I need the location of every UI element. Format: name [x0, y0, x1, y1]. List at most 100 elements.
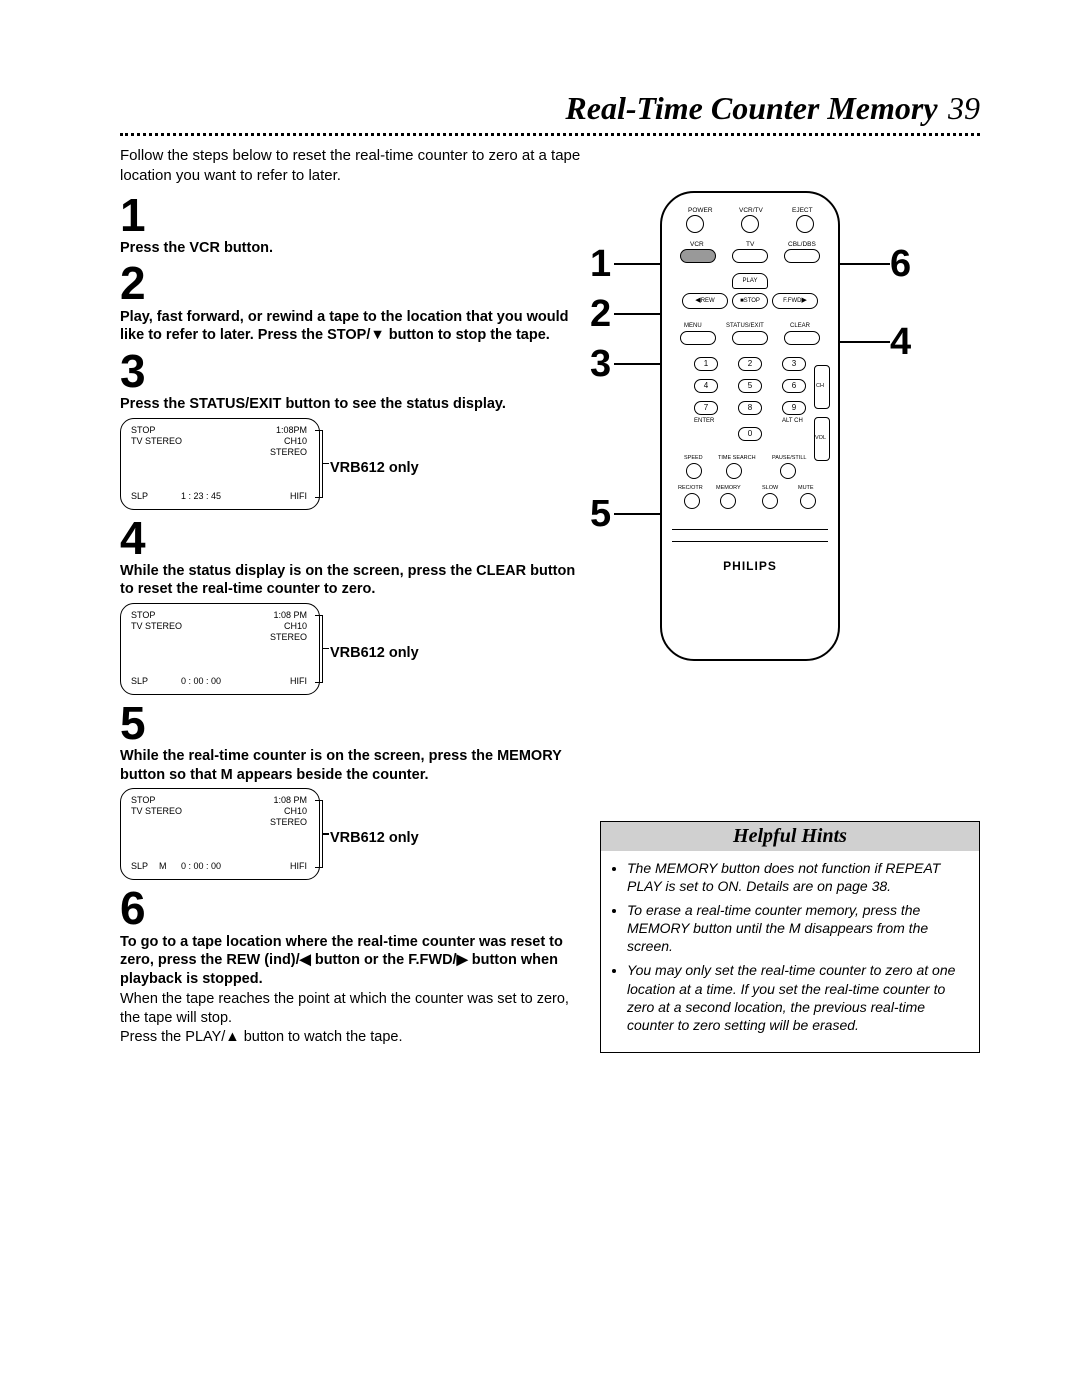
- key-4[interactable]: 4: [694, 379, 718, 393]
- bracket-3-stem: [323, 833, 329, 835]
- label-slow: SLOW: [762, 485, 778, 491]
- label-pausestill: PAUSE/STILL: [772, 455, 806, 461]
- bracket-1: [315, 430, 323, 498]
- osd3-m: M: [159, 861, 167, 871]
- osd2-counter: 0 : 00 : 00: [181, 676, 221, 686]
- key-8[interactable]: 8: [738, 401, 762, 415]
- remote-diagram: 1 2 3 5 6 4 POWER VCR/TV EJ: [600, 191, 980, 711]
- step-3-number: 3: [120, 347, 580, 395]
- osd2-time: 1:08 PM: [273, 610, 307, 620]
- key-5[interactable]: 5: [738, 379, 762, 393]
- osd2-label: VRB612 only: [330, 645, 419, 661]
- vcr-button[interactable]: [680, 249, 716, 263]
- osd1-stop: STOP: [131, 425, 155, 435]
- statusexit-button[interactable]: [732, 331, 768, 345]
- hint-item-2: To erase a real-time counter memory, pre…: [627, 901, 969, 956]
- manual-page: Real-Time Counter Memory 39 Follow the s…: [0, 0, 1080, 1397]
- step-5-number: 5: [120, 699, 580, 747]
- step-5-text: While the real-time counter is on the sc…: [120, 747, 580, 784]
- key-9[interactable]: 9: [782, 401, 806, 415]
- timesearch-button[interactable]: [726, 463, 742, 479]
- osd2-stereo: STEREO: [270, 632, 307, 642]
- slow-button[interactable]: [762, 493, 778, 509]
- label-vol: VOL: [815, 435, 826, 441]
- page-title: Real-Time Counter Memory: [565, 90, 937, 126]
- label-recotr: REC/OTR: [678, 485, 703, 491]
- osd-display-3: STOP 1:08 PM TV STEREO CH10 STEREO SLP M…: [120, 788, 580, 880]
- step-6-text: To go to a tape location where the real-…: [120, 933, 580, 989]
- osd2-stop: STOP: [131, 610, 155, 620]
- step-1-text: Press the VCR button.: [120, 239, 580, 258]
- step-6-follow-a: When the tape reaches the point at which…: [120, 990, 580, 1028]
- remote-outline: POWER VCR/TV EJECT VCR TV CBL/DBS: [660, 191, 840, 661]
- speed-button[interactable]: [686, 463, 702, 479]
- rew-button[interactable]: ◀REW: [682, 293, 728, 309]
- osd3-hifi: HIFI: [290, 861, 307, 871]
- ffwd-label: F.FWD: [783, 298, 801, 304]
- brand-logo: PHILIPS: [723, 559, 777, 573]
- osd1-time: 1:08PM: [276, 425, 307, 435]
- pausestill-button[interactable]: [780, 463, 796, 479]
- osd1-slp: SLP: [131, 491, 148, 501]
- osd3-ch: CH10: [284, 806, 307, 816]
- hint-item-1: The MEMORY button does not function if R…: [627, 859, 969, 895]
- osd2-hifi: HIFI: [290, 676, 307, 686]
- osd1-tvstereo: TV STEREO: [131, 436, 182, 446]
- rew-label: REW: [701, 298, 715, 304]
- mute-button[interactable]: [800, 493, 816, 509]
- hints-title: Helpful Hints: [601, 822, 979, 851]
- stop-button[interactable]: ■STOP: [732, 293, 768, 309]
- tv-button[interactable]: [732, 249, 768, 263]
- osd3-stereo: STEREO: [270, 817, 307, 827]
- key-2[interactable]: 2: [738, 357, 762, 371]
- callout-3: 3: [590, 343, 611, 386]
- eject-button[interactable]: [796, 215, 814, 233]
- clear-button[interactable]: [784, 331, 820, 345]
- hint-item-3: You may only set the real-time counter t…: [627, 961, 969, 1034]
- key-1[interactable]: 1: [694, 357, 718, 371]
- label-altch: ALT CH: [782, 418, 803, 424]
- label-speed: SPEED: [684, 455, 703, 461]
- label-menu: MENU: [684, 323, 702, 329]
- osd3-slp: SLP: [131, 861, 148, 871]
- bracket-3: [315, 800, 323, 868]
- step-6-number: 6: [120, 884, 580, 932]
- label-power: POWER: [688, 207, 713, 214]
- cbldbs-button[interactable]: [784, 249, 820, 263]
- memory-button[interactable]: [720, 493, 736, 509]
- vcrtv-button[interactable]: [741, 215, 759, 233]
- callout-2: 2: [590, 293, 611, 336]
- osd2-tvstereo: TV STEREO: [131, 621, 182, 631]
- panel-line-bottom: [672, 541, 828, 542]
- label-clear: CLEAR: [790, 323, 810, 329]
- intro-text: Follow the steps below to reset the real…: [120, 146, 620, 187]
- osd2-slp: SLP: [131, 676, 148, 686]
- ffwd-button[interactable]: F.FWD▶: [772, 293, 818, 309]
- key-7[interactable]: 7: [694, 401, 718, 415]
- step-3-text: Press the STATUS/EXIT button to see the …: [120, 395, 580, 414]
- label-memory: MEMORY: [716, 485, 741, 491]
- play-button[interactable]: PLAY: [732, 273, 768, 289]
- osd3-time: 1:08 PM: [273, 795, 307, 805]
- menu-button[interactable]: [680, 331, 716, 345]
- osd3-counter: 0 : 00 : 00: [181, 861, 221, 871]
- callout-5: 5: [590, 493, 611, 536]
- osd2-ch: CH10: [284, 621, 307, 631]
- osd-display-2: STOP 1:08 PM TV STEREO CH10 STEREO SLP 0…: [120, 603, 580, 695]
- label-vcrtv: VCR/TV: [739, 207, 763, 214]
- bracket-2-stem: [323, 648, 329, 650]
- label-timesearch: TIME SEARCH: [718, 455, 756, 461]
- key-3[interactable]: 3: [782, 357, 806, 371]
- step-2-text: Play, fast forward, or rewind a tape to …: [120, 308, 580, 345]
- osd1-label: VRB612 only: [330, 460, 419, 476]
- bracket-2: [315, 615, 323, 683]
- page-number: 39: [948, 90, 980, 126]
- callout-6: 6: [890, 243, 911, 286]
- key-6[interactable]: 6: [782, 379, 806, 393]
- key-0[interactable]: 0: [738, 427, 762, 441]
- recotr-button[interactable]: [684, 493, 700, 509]
- panel-line-top: [672, 529, 828, 530]
- label-statusexit: STATUS/EXIT: [726, 323, 764, 329]
- osd3-stop: STOP: [131, 795, 155, 805]
- power-button[interactable]: [686, 215, 704, 233]
